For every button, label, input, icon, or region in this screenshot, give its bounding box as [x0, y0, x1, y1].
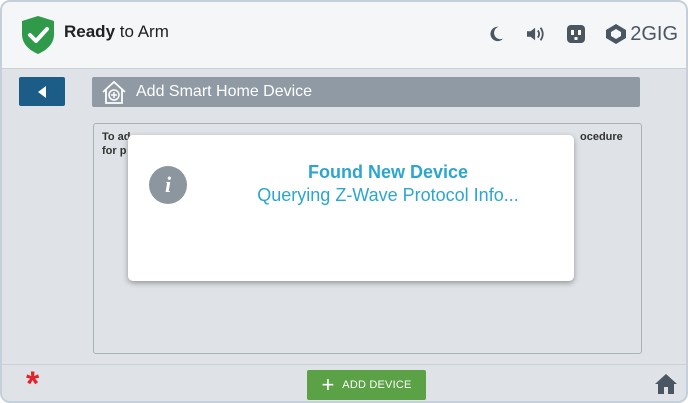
info-icon: i: [149, 166, 187, 204]
speaker-icon[interactable]: [525, 23, 547, 45]
app-frame: Ready to Arm 2GIG Add Smart Home Device …: [0, 0, 688, 403]
page-title-bar: Add Smart Home Device: [92, 77, 640, 107]
shield-check-icon: [22, 16, 54, 54]
smart-home-add-icon: [102, 80, 126, 104]
status-rest: to Arm: [115, 22, 169, 41]
add-device-label: ADD DEVICE: [342, 379, 412, 391]
brand-mark-icon: [606, 24, 627, 44]
brand-logo: 2GIG: [605, 23, 678, 46]
outlet-icon[interactable]: [565, 23, 587, 45]
page-title: Add Smart Home Device: [136, 83, 313, 100]
status-icons: 2GIG: [485, 16, 678, 52]
status-bar: Ready to Arm 2GIG: [2, 2, 686, 69]
bottom-bar: * + ADD DEVICE: [2, 364, 686, 401]
found-device-dialog: i Found New Device Querying Z-Wave Proto…: [128, 135, 574, 281]
system-status: Ready to Arm: [64, 22, 169, 42]
home-icon[interactable]: [654, 373, 678, 395]
dialog-message: Querying Z-Wave Protocol Info...: [257, 185, 519, 205]
back-button[interactable]: [19, 77, 65, 106]
instructions-line2: for p: [102, 145, 127, 157]
left-triangle-icon: [38, 85, 46, 98]
emergency-asterisk-icon[interactable]: *: [26, 367, 39, 401]
status-bold: Ready: [64, 22, 116, 41]
brand-name: 2GIG: [630, 22, 678, 45]
dialog-title: Found New Device: [307, 162, 469, 182]
add-device-button[interactable]: + ADD DEVICE: [307, 370, 426, 400]
moon-icon[interactable]: [485, 23, 507, 45]
instructions-line1-right: ocedure: [580, 131, 623, 143]
instructions-line1: To ad: [102, 131, 131, 143]
plus-icon: +: [321, 372, 335, 397]
